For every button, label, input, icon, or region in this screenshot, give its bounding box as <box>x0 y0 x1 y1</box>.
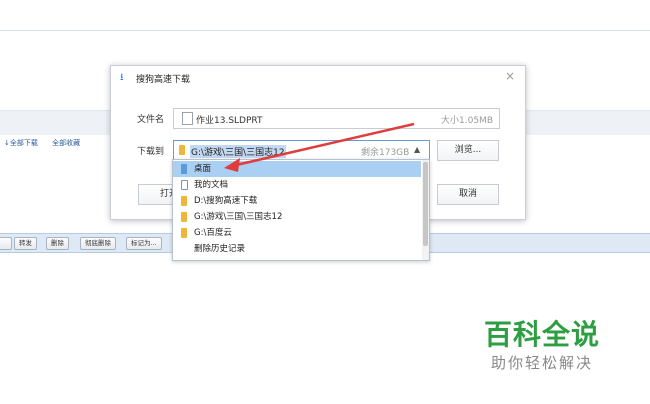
watermark-title: 百科全说 <box>484 318 601 351</box>
watermark-subtitle: 助你轻松解决 <box>491 354 594 372</box>
arrow-head <box>224 158 240 172</box>
arrow-line <box>231 122 415 168</box>
